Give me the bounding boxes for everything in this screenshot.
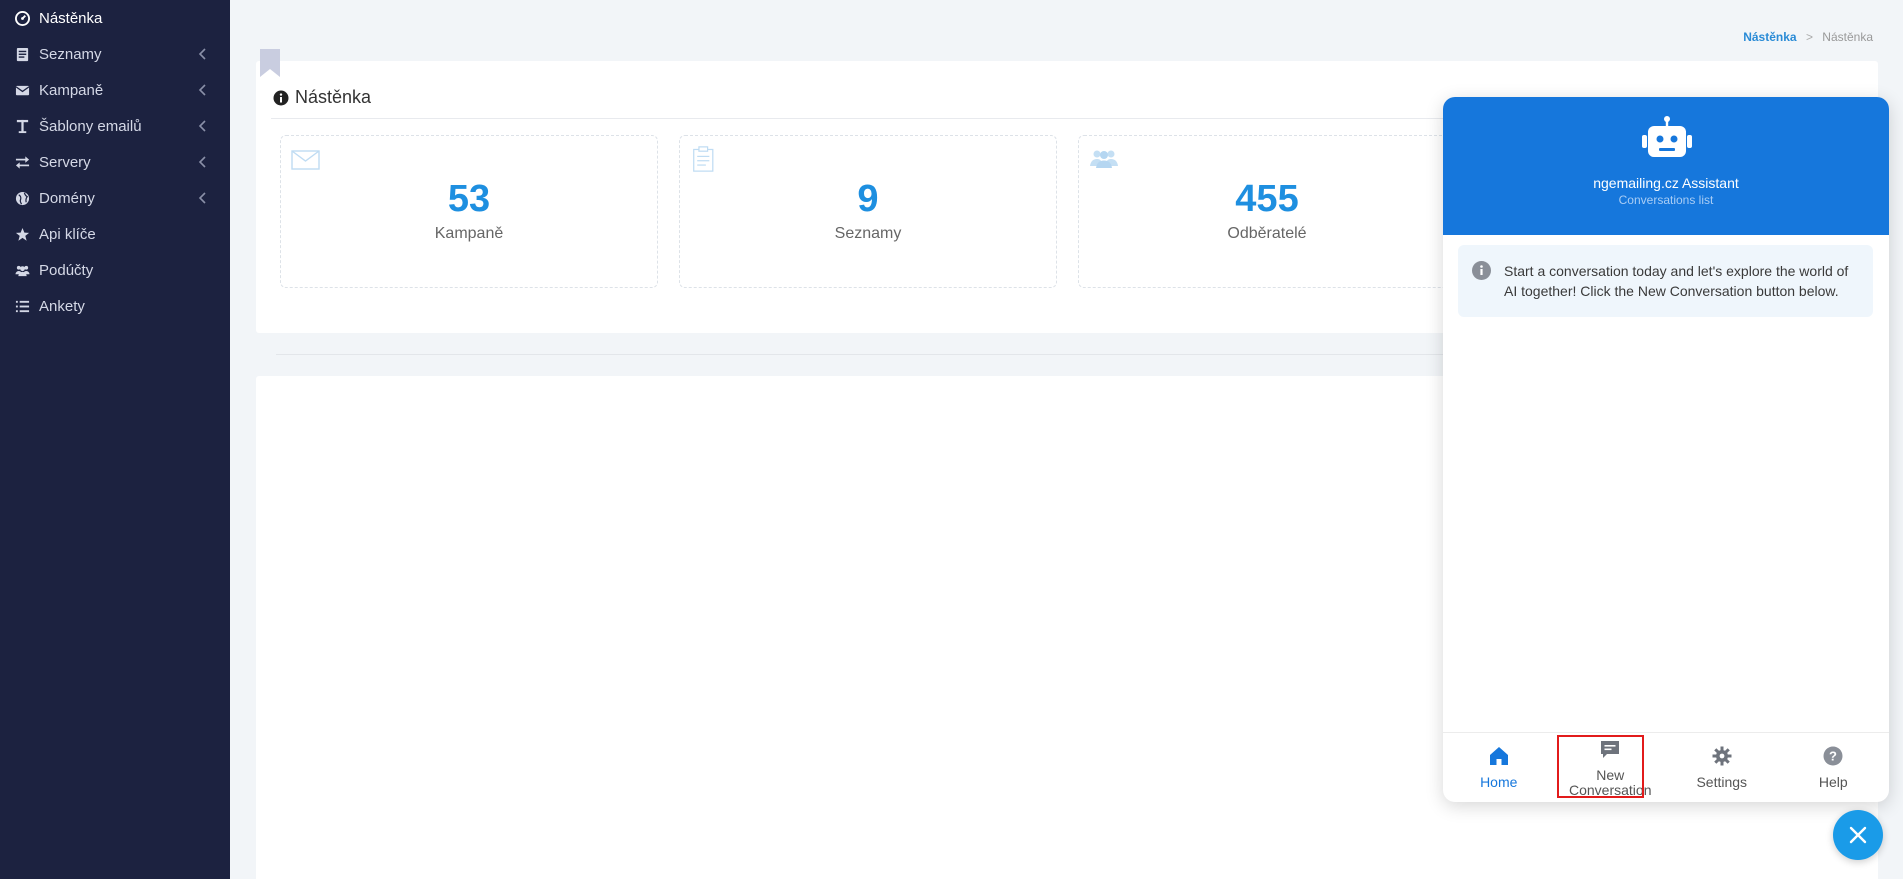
tab-settings[interactable]: Settings <box>1666 733 1778 802</box>
info-icon <box>273 90 289 105</box>
tab-label: Help <box>1818 774 1848 790</box>
page-title: Nástěnka <box>273 87 371 108</box>
sidebar-item-ankety[interactable]: Ankety <box>0 288 230 324</box>
users-icon <box>1090 150 1118 168</box>
sidebar-item-nastenka[interactable]: Nástěnka <box>0 0 230 36</box>
dashboard-icon <box>14 10 30 26</box>
tab-help[interactable]: ? Help <box>1778 733 1890 802</box>
sidebar-item-label: Nástěnka <box>39 9 103 27</box>
sidebar-item-label: Šablony emailů <box>39 117 142 135</box>
stat-card-seznamy[interactable]: 9 Seznamy <box>679 135 1057 288</box>
sidebar-item-label: Api klíče <box>39 225 96 243</box>
clipboard-icon <box>693 146 714 172</box>
robot-icon <box>1642 116 1692 157</box>
star-icon <box>14 226 30 242</box>
page-title-text: Nástěnka <box>295 87 372 107</box>
stat-label: Kampaně <box>434 225 504 242</box>
chevron-left-icon <box>198 119 212 133</box>
sidebar: Nástěnka Seznamy Kampaně Šablony emailů … <box>0 0 230 879</box>
chevron-left-icon <box>198 83 212 97</box>
stat-card-odberatele[interactable]: 455 Odběratelé <box>1078 135 1456 288</box>
tab-home[interactable]: Home <box>1443 733 1555 802</box>
stat-label: Seznamy <box>834 225 902 242</box>
close-chat-button[interactable] <box>1833 810 1883 860</box>
breadcrumb-link-nastenka[interactable]: Nástěnka <box>1743 30 1796 44</box>
close-icon <box>1849 826 1867 844</box>
sidebar-item-label: Seznamy <box>39 45 102 63</box>
chevron-left-icon <box>198 47 212 61</box>
gear-icon <box>1712 746 1732 766</box>
info-icon <box>1472 261 1491 280</box>
envelope-icon <box>291 150 320 170</box>
stat-label: Odběratelé <box>1227 225 1307 242</box>
svg-text:?: ? <box>1829 749 1837 764</box>
sidebar-item-label: Servery <box>39 153 91 171</box>
sidebar-item-kampane[interactable]: Kampaně <box>0 72 230 108</box>
chevron-left-icon <box>198 155 212 169</box>
tab-label: Home <box>1480 774 1518 790</box>
assistant-chat-widget: ngemailing.cz Assistant Conversations li… <box>1443 97 1889 802</box>
breadcrumb-current: Nástěnka <box>1822 30 1873 44</box>
chat-footer-tabs: Home New Conversation Settings ? Help <box>1443 732 1889 802</box>
stat-value: 53 <box>447 178 491 220</box>
tab-label: Settings <box>1696 774 1748 790</box>
bookmark-icon <box>260 49 280 77</box>
sidebar-item-seznamy[interactable]: Seznamy <box>0 36 230 72</box>
sidebar-item-poducty[interactable]: Podúčty <box>0 252 230 288</box>
home-icon <box>1489 747 1508 765</box>
envelope-icon <box>14 82 30 98</box>
stat-value: 455 <box>1235 178 1299 220</box>
list-icon <box>14 298 30 314</box>
exchange-arrows-icon <box>14 154 30 170</box>
chevron-left-icon <box>198 191 212 205</box>
list-book-icon <box>14 46 30 62</box>
breadcrumb-separator: > <box>1805 30 1813 44</box>
sidebar-item-label: Domény <box>39 189 95 207</box>
chat-header: ngemailing.cz Assistant Conversations li… <box>1443 97 1889 235</box>
help-icon: ? <box>1823 746 1843 766</box>
sidebar-item-servery[interactable]: Servery <box>0 144 230 180</box>
sidebar-item-label: Ankety <box>39 297 85 315</box>
stat-card-kampane[interactable]: 53 Kampaně <box>280 135 658 288</box>
chat-subtitle: Conversations list <box>1618 193 1714 207</box>
sidebar-item-api-klice[interactable]: Api klíče <box>0 216 230 252</box>
sidebar-item-label: Kampaně <box>39 81 104 99</box>
sidebar-item-domeny[interactable]: Domény <box>0 180 230 216</box>
sidebar-item-label: Podúčty <box>39 261 94 279</box>
sidebar-item-sablony-emailu[interactable]: Šablony emailů <box>0 108 230 144</box>
stat-value: 9 <box>857 178 879 220</box>
new-conversation-highlight <box>1557 735 1644 798</box>
chat-notice-text: Start a conversation today and let's exp… <box>1504 263 1849 299</box>
text-cursor-icon <box>14 118 30 134</box>
users-icon <box>14 262 30 278</box>
chat-title: ngemailing.cz Assistant <box>1593 175 1739 191</box>
breadcrumb: Nástěnka > Nástěnka <box>1743 30 1873 44</box>
chat-notice: Start a conversation today and let's exp… <box>1458 245 1873 317</box>
globe-icon <box>14 190 30 206</box>
